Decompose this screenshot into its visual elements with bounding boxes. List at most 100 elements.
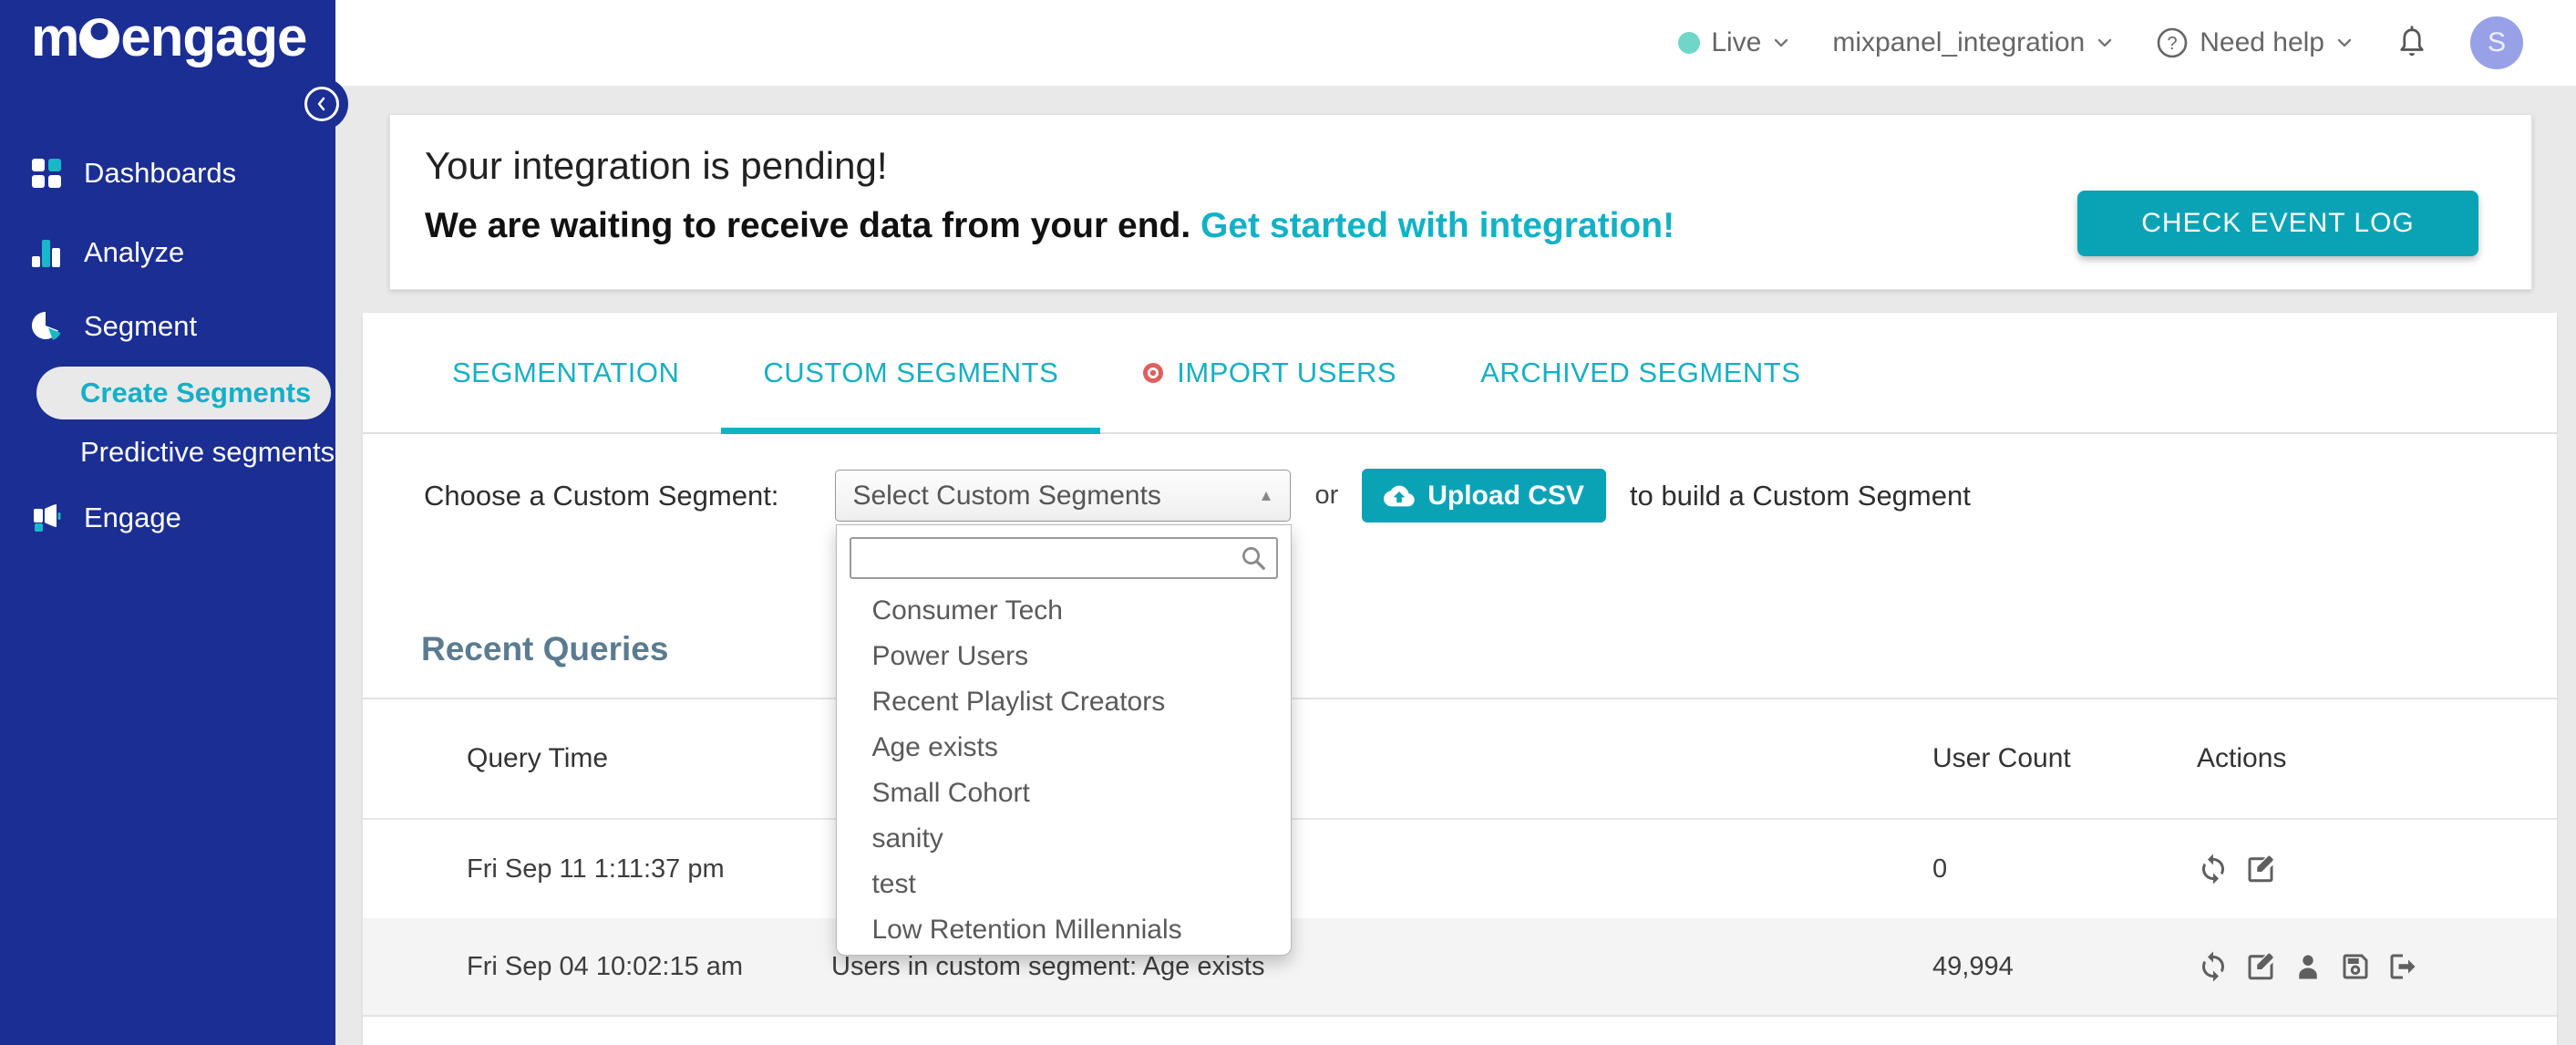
- chevron-left-icon: [314, 97, 329, 111]
- logo-person-icon: [79, 18, 120, 58]
- custom-segment-picker-row: Choose a Custom Segment: Select Custom S…: [363, 469, 2557, 956]
- dropdown-option[interactable]: Low Retention Millennials: [837, 907, 1291, 953]
- select-value: Select Custom Segments: [852, 480, 1161, 511]
- dropdown-option[interactable]: Small Cohort: [837, 771, 1291, 816]
- tab-label: IMPORT USERS: [1177, 356, 1397, 388]
- chevron-down-icon: [1772, 34, 1790, 52]
- tab-archived-segments[interactable]: ARCHIVED SEGMENTS: [1438, 313, 1842, 432]
- cell-query-time: Fri Sep 04 10:02:15 am: [467, 951, 744, 981]
- column-header-actions: Actions: [2197, 743, 2287, 773]
- tab-label: CUSTOM SEGMENTS: [763, 356, 1059, 388]
- banner-message: We are waiting to receive data from your…: [425, 206, 1674, 246]
- column-header-user-count: User Count: [1932, 743, 2071, 773]
- megaphone-icon: [30, 502, 63, 534]
- edit-icon[interactable]: [2244, 853, 2277, 885]
- dropdown-option[interactable]: sanity: [837, 816, 1291, 862]
- check-event-log-button[interactable]: CHECK EVENT LOG: [2077, 191, 2478, 256]
- table-row: Fri Sep 11 1:11:37 pm 0: [363, 820, 2557, 918]
- table-header-row: Query Time User Count Actions: [363, 699, 2557, 820]
- tab-label: ARCHIVED SEGMENTS: [1480, 356, 1801, 388]
- app-root: m engage Dashboards Analyze Segment Creat…: [0, 0, 2576, 1045]
- sidebar-item-create-segments[interactable]: Create Segments: [36, 367, 331, 419]
- pie-chart-icon: [30, 310, 63, 343]
- sidebar-item-predictive-segments[interactable]: Predictive segments: [80, 436, 335, 469]
- sidebar-item-label: Predictive segments: [80, 436, 335, 468]
- tab-segmentation[interactable]: SEGMENTATION: [410, 313, 721, 432]
- live-status-dot-icon: [1678, 32, 1701, 54]
- tab-custom-segments[interactable]: CUSTOM SEGMENTS: [721, 313, 1101, 434]
- moengage-logo: m engage: [31, 5, 307, 68]
- integration-banner: Your integration is pending! We are wait…: [389, 114, 2532, 290]
- environment-dropdown[interactable]: Live: [1678, 27, 1790, 58]
- user-icon[interactable]: [2292, 950, 2324, 983]
- banner-message-text: We are waiting to receive data from your…: [425, 206, 1191, 245]
- recent-queries-heading: Recent Queries: [363, 630, 2557, 699]
- picker-label: Choose a Custom Segment:: [424, 479, 779, 512]
- red-target-dot-icon: [1142, 362, 1164, 384]
- help-circle-icon: ?: [2156, 26, 2189, 59]
- chevron-down-icon: [2335, 34, 2354, 52]
- cell-user-count: 49,994: [1932, 951, 2014, 981]
- tab-import-users[interactable]: IMPORT USERS: [1100, 313, 1438, 432]
- sidebar-item-dashboards[interactable]: Dashboards: [0, 144, 335, 202]
- custom-segments-select[interactable]: Select Custom Segments ▲ Consumer Tech P…: [835, 470, 1293, 956]
- dropdown-option[interactable]: Consumer Tech: [837, 588, 1291, 634]
- refresh-icon[interactable]: [2197, 950, 2230, 983]
- sidebar: m engage Dashboards Analyze Segment Creat…: [0, 0, 339, 1045]
- sidebar-item-engage[interactable]: Engage: [0, 489, 335, 547]
- get-started-link[interactable]: Get started with integration!: [1200, 206, 1674, 245]
- sidebar-collapse-button[interactable]: [304, 87, 339, 121]
- cell-query: Users in custom segment: Age exists: [831, 951, 1265, 981]
- user-avatar[interactable]: S: [2470, 16, 2523, 69]
- triangle-up-icon: ▲: [1258, 486, 1274, 504]
- logo-text-post: engage: [120, 6, 307, 67]
- help-label: Need help: [2200, 27, 2324, 57]
- topbar: Live mixpanel_integration ? Need help S: [335, 0, 2576, 86]
- refresh-icon[interactable]: [2197, 853, 2230, 885]
- banner-title: Your integration is pending!: [425, 144, 888, 187]
- grid-icon: [30, 157, 63, 190]
- tab-label: SEGMENTATION: [452, 356, 680, 388]
- sidebar-item-label: Dashboards: [84, 157, 237, 189]
- save-icon[interactable]: [2339, 950, 2372, 983]
- dropdown-option[interactable]: Power Users: [837, 634, 1291, 679]
- dropdown-search: [850, 537, 1279, 579]
- project-dropdown[interactable]: mixpanel_integration: [1832, 27, 2114, 58]
- recent-queries-table: Query Time User Count Actions Fri Sep 11…: [363, 699, 2557, 1017]
- svg-text:?: ?: [2168, 34, 2178, 54]
- notifications-bell-icon[interactable]: [2396, 25, 2428, 61]
- environment-label: Live: [1711, 27, 1762, 57]
- avatar-initial: S: [2487, 27, 2506, 57]
- help-dropdown[interactable]: ? Need help: [2156, 26, 2354, 59]
- dropdown-option[interactable]: Age exists: [837, 725, 1291, 771]
- dropdown-option[interactable]: Recent Playlist Creators: [837, 679, 1291, 725]
- bar-chart-icon: [30, 236, 63, 269]
- sidebar-item-label: Engage: [84, 502, 181, 533]
- dropdown-search-input[interactable]: [850, 537, 1279, 579]
- sidebar-item-label: Segment: [84, 310, 198, 342]
- sidebar-item-label: Analyze: [84, 236, 185, 268]
- chevron-down-icon: [2096, 34, 2114, 52]
- upload-csv-button[interactable]: Upload CSV: [1362, 469, 1606, 522]
- export-icon[interactable]: [2386, 950, 2419, 983]
- cell-actions: [2197, 853, 2557, 885]
- upload-csv-label: Upload CSV: [1427, 480, 1584, 511]
- column-header-query-time: Query Time: [467, 743, 609, 773]
- dropdown-option[interactable]: test: [837, 862, 1291, 907]
- project-name: mixpanel_integration: [1832, 27, 2086, 57]
- picker-suffix-label: to build a Custom Segment: [1629, 479, 1971, 512]
- segments-tabs: SEGMENTATION CUSTOM SEGMENTS IMPORT USER…: [363, 313, 2557, 434]
- sidebar-item-analyze[interactable]: Analyze: [0, 223, 335, 282]
- table-row: Fri Sep 04 10:02:15 am Users in custom s…: [363, 918, 2557, 1017]
- cell-user-count: 0: [1932, 854, 1948, 884]
- or-label: or: [1314, 481, 1339, 510]
- cell-actions: [2197, 950, 2557, 983]
- sidebar-item-segment[interactable]: Segment: [0, 297, 335, 356]
- cloud-upload-icon: [1384, 481, 1415, 512]
- search-icon: [1240, 544, 1267, 572]
- logo-text-pre: m: [31, 6, 79, 67]
- edit-icon[interactable]: [2244, 950, 2277, 983]
- cell-query-time: Fri Sep 11 1:11:37 pm: [467, 854, 725, 884]
- custom-segments-dropdown: Consumer Tech Power Users Recent Playlis…: [836, 524, 1293, 956]
- sidebar-item-label: Create Segments: [80, 377, 312, 409]
